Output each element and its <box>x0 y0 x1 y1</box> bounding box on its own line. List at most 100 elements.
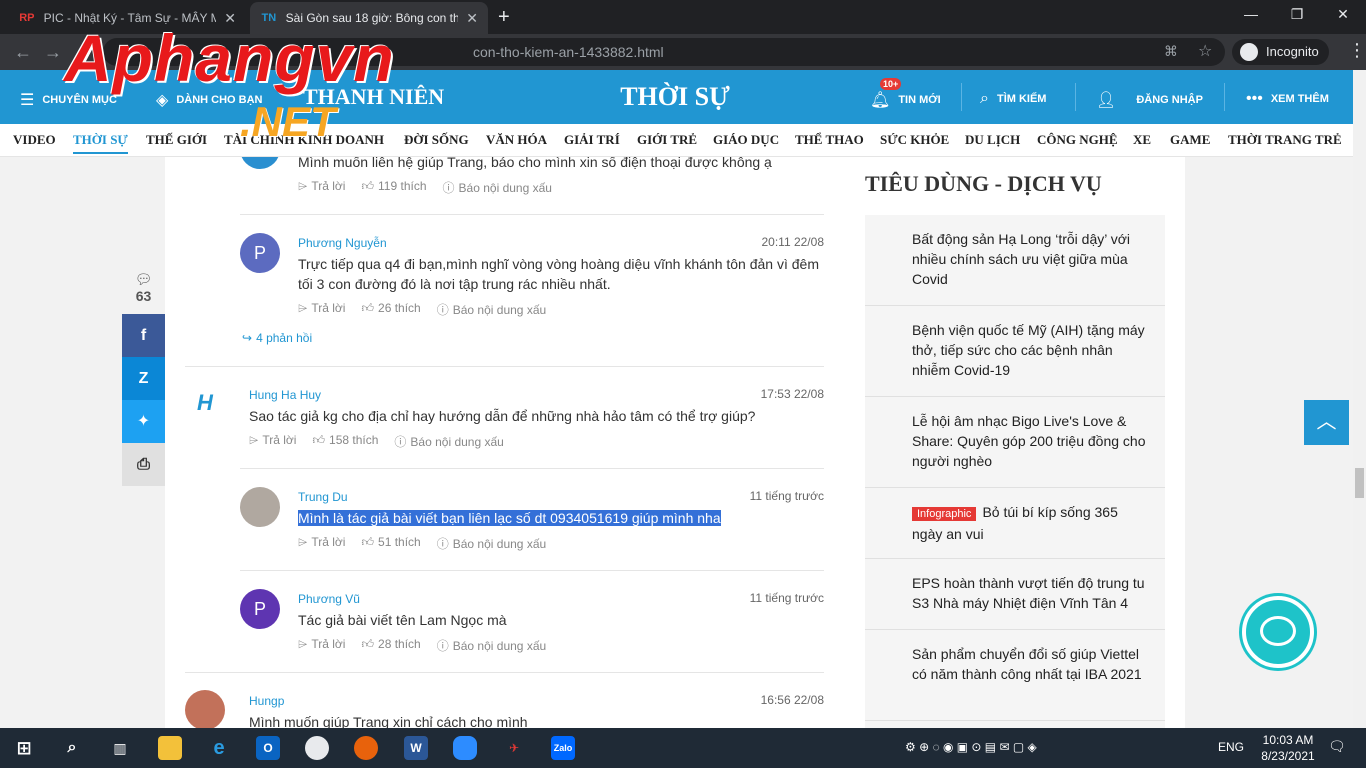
report-button[interactable]: ⓘ Báo nội dung xấu <box>437 301 546 318</box>
category-thoi-trang-tre[interactable]: THỜI TRANG TRẺ <box>1228 132 1342 148</box>
infographic-tag: Infographic <box>912 507 977 521</box>
commenter-name[interactable]: Hungp <box>249 694 284 708</box>
category-giao-duc[interactable]: GIÁO DỤC <box>713 132 779 148</box>
chrome-icon[interactable] <box>305 736 329 760</box>
translate-icon[interactable]: ⌘ <box>1164 43 1178 60</box>
category-video[interactable]: VIDEO <box>13 132 56 148</box>
report-button[interactable]: ⓘ Báo nội dung xấu <box>443 179 552 196</box>
back-arrow-icon[interactable]: ← <box>14 42 32 63</box>
word-icon[interactable]: W <box>404 736 428 760</box>
print-button[interactable]: ⎙ <box>122 443 165 486</box>
sidebar-title[interactable]: TIÊU DÙNG - DỊCH VỤ <box>865 171 1102 197</box>
clock[interactable]: 10:03 AM 8/23/2021 <box>1253 732 1323 764</box>
sidebar-news-item[interactable]: Lễ hội âm nhạc Bigo Live's Love & Share:… <box>865 397 1165 488</box>
maximize-button[interactable]: ❐ <box>1282 6 1312 23</box>
commenter-name[interactable]: Phương Vũ <box>298 592 360 606</box>
search-icon: ⌕ <box>980 90 989 107</box>
search-button[interactable]: ⌕ TÌM KIẾM <box>980 90 1046 108</box>
sidebar-news-item[interactable]: Infographic Bỏ túi bí kíp sống 365 ngày a… <box>865 488 1165 559</box>
comment-actions: ⌲ Trả lời 👍︎ 26 thích ⓘ Báo nội dung xấu <box>298 301 546 318</box>
search-icon[interactable]: ⌕ <box>60 736 84 760</box>
outlook-icon[interactable]: O <box>256 736 280 760</box>
close-window-button[interactable]: ✕ <box>1328 6 1358 23</box>
sidebar-news-item[interactable]: Bệnh viện quốc tế Mỹ (AIH) tặng máy thở,… <box>865 306 1165 397</box>
chatbot-button[interactable] <box>1242 596 1314 668</box>
comment-count-widget[interactable]: 💬︎ 63 <box>122 271 165 304</box>
category-thoi-su[interactable]: THỜI SỰ <box>73 132 128 154</box>
windows-start-icon[interactable]: ⊞ <box>12 736 36 760</box>
category-game[interactable]: GAME <box>1170 132 1210 148</box>
reply-button[interactable]: ⌲ Trả lời <box>298 535 345 552</box>
comment-time: 11 tiếng trước <box>749 489 824 503</box>
login-button[interactable]: 👤︎ ĐĂNG NHẬP <box>1096 90 1203 110</box>
divider <box>961 83 962 111</box>
thumbs-up-icon: 👍︎ <box>361 637 375 651</box>
back-to-top-button[interactable]: ︿ <box>1304 400 1349 445</box>
category-van-hoa[interactable]: VĂN HÓA <box>486 132 547 148</box>
category-giai-tri[interactable]: GIẢI TRÍ <box>564 132 620 148</box>
report-button[interactable]: ⓘ Báo nội dung xấu <box>437 535 546 552</box>
category-du-lich[interactable]: DU LỊCH <box>965 132 1020 148</box>
commenter-name[interactable]: Hung Ha Huy <box>249 388 321 402</box>
thumbs-up-icon: 👍︎ <box>312 433 326 447</box>
star-icon[interactable]: ☆ <box>1198 41 1212 61</box>
scrollbar[interactable] <box>1353 70 1366 728</box>
category-doi-song[interactable]: ĐỜI SỐNG <box>404 132 469 148</box>
like-button[interactable]: 👍︎ 119 thích <box>361 179 426 196</box>
category-the-gioi[interactable]: THẾ GIỚI <box>146 132 207 148</box>
sidebar-news-item[interactable]: Bất động sản Hạ Long ‘trỗi dậy’ với nhiề… <box>865 215 1165 306</box>
like-button[interactable]: 👍︎ 51 thích <box>361 535 420 552</box>
info-icon: ⓘ <box>436 639 449 653</box>
avatar <box>240 157 280 169</box>
zoom-icon[interactable] <box>453 736 477 760</box>
ie-icon[interactable]: e <box>207 736 231 760</box>
report-button[interactable]: ⓘ Báo nội dung xấu <box>437 637 546 654</box>
twitter-icon: ✦ <box>136 413 151 430</box>
category-suc-khoe[interactable]: SỨC KHỎE <box>880 132 949 148</box>
sidebar-news-item[interactable] <box>865 721 1165 728</box>
new-tab-button[interactable]: + <box>498 6 510 29</box>
incognito-indicator[interactable]: Incognito <box>1232 39 1329 65</box>
category-cong-nghe[interactable]: CÔNG NGHỆ <box>1037 132 1118 148</box>
commenter-name[interactable]: Trung Du <box>298 490 348 504</box>
divider <box>1075 83 1076 111</box>
system-tray-icons[interactable]: ⚙ ⊕ ◌ ◉ ▣ ⊙ ▤ ✉ ▢ ◈ <box>905 740 1037 754</box>
reply-button[interactable]: ⌲ Trả lời <box>298 301 345 318</box>
windows-taskbar: ⊞ ⌕ ▥ e O W ✈ Zalo ⚙ ⊕ ◌ ◉ ▣ ⊙ ▤ ✉ ▢ ◈ E… <box>0 728 1366 768</box>
category-gioi-tre[interactable]: GIỚI TRẺ <box>637 132 697 148</box>
category-the-thao[interactable]: THỂ THAO <box>795 132 864 148</box>
like-button[interactable]: 👍︎ 28 thích <box>361 637 420 654</box>
firefox-icon[interactable] <box>354 736 378 760</box>
notification-badge: 10+ <box>880 78 902 90</box>
reply-button[interactable]: ⌲ Trả lời <box>298 179 345 196</box>
language-indicator[interactable]: ENG <box>1218 740 1244 754</box>
notifications-icon[interactable]: 🗨︎ <box>1328 738 1346 755</box>
reply-button[interactable]: ⌲ Trả lời <box>249 433 296 450</box>
file-explorer-icon[interactable] <box>158 736 182 760</box>
like-button[interactable]: 👍︎ 158 thích <box>312 433 378 450</box>
comment-text: Trực tiếp qua q4 đi bạn,mình nghĩ vòng v… <box>298 256 819 292</box>
scrollbar-thumb[interactable] <box>1355 468 1364 498</box>
app-icon[interactable]: ✈ <box>502 736 526 760</box>
comment-text: Sao tác giả kg cho địa chỉ hay hướng dẫn… <box>249 408 756 424</box>
news-button[interactable]: 🔔︎ TIN MỚI <box>870 90 941 110</box>
report-button[interactable]: ⓘ Báo nội dung xấu <box>394 433 503 450</box>
forward-arrow-icon[interactable]: → <box>44 42 62 63</box>
task-view-icon[interactable]: ▥ <box>108 736 132 760</box>
menu-dots-icon[interactable]: ⋮ <box>1348 40 1366 61</box>
reply-button[interactable]: ⌲ Trả lời <box>298 637 345 654</box>
view-replies-link[interactable]: ↪ 4 phản hồi <box>242 331 312 345</box>
like-button[interactable]: 👍︎ 26 thích <box>361 301 420 318</box>
sidebar-news-item[interactable]: EPS hoàn thành vượt tiến độ trung tu S3 … <box>865 559 1165 630</box>
zalo-icon[interactable]: Zalo <box>551 736 575 760</box>
facebook-share-button[interactable]: f <box>122 314 165 357</box>
minimize-button[interactable]: — <box>1236 6 1266 22</box>
sidebar-news-item[interactable]: Sản phẩm chuyển đổi số giúp Viettel có n… <box>865 630 1165 721</box>
twitter-share-button[interactable]: ✦ <box>122 400 165 443</box>
more-button[interactable]: ••• XEM THÊM <box>1246 90 1329 108</box>
category-xe[interactable]: XE <box>1133 132 1151 148</box>
close-icon[interactable]: ✕ <box>466 10 478 27</box>
zalo-share-button[interactable]: Z <box>122 357 165 400</box>
commenter-name[interactable]: Phương Nguyễn <box>298 236 387 250</box>
info-icon: ⓘ <box>436 303 449 317</box>
